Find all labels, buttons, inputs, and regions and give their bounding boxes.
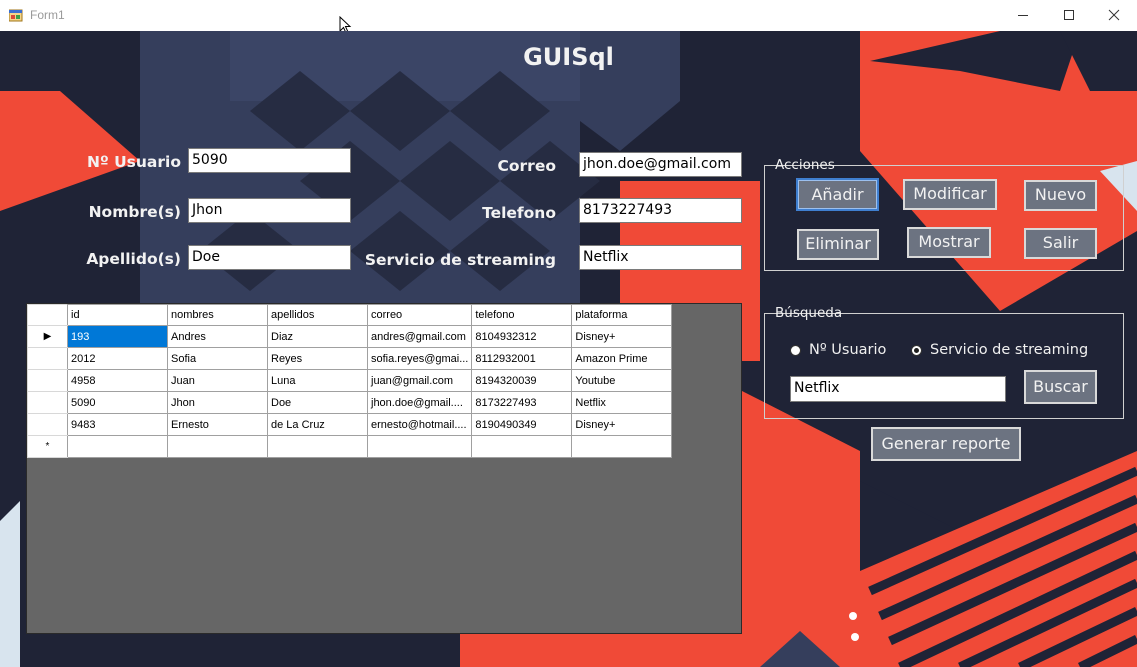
window-titlebar: Form1 — [0, 0, 1137, 32]
anadir-button[interactable]: Añadir — [796, 178, 879, 211]
table-cell[interactable] — [267, 435, 368, 458]
table-cell[interactable]: jhon.doe@gmail.... — [366, 391, 473, 414]
radio-servicio[interactable]: Servicio de streaming — [911, 342, 1088, 358]
table-cell[interactable] — [167, 435, 268, 458]
table-cell[interactable]: Doe — [267, 391, 368, 414]
nuevo-button[interactable]: Nuevo — [1024, 180, 1097, 211]
apellido-field[interactable]: Doe — [188, 245, 351, 270]
apellido-label: Apellido(s) — [86, 250, 181, 268]
grid-header-row: id nombres apellidos correo telefono pla… — [27, 304, 673, 326]
form-client-area: GUISql Nº Usuario 5090 Nombre(s) Jhon Ap… — [0, 31, 1137, 667]
table-cell[interactable]: Jhon — [167, 391, 268, 414]
correo-field[interactable]: jhon.doe@gmail.com — [579, 152, 742, 177]
window-title: Form1 — [30, 8, 65, 22]
radio-usuario[interactable]: Nº Usuario — [790, 342, 886, 358]
table-cell[interactable]: 8104932312 — [471, 325, 573, 348]
servicio-label: Servicio de streaming — [364, 251, 556, 269]
close-icon — [1108, 9, 1120, 21]
table-cell[interactable] — [366, 435, 473, 458]
table-cell[interactable]: 8173227493 — [471, 391, 573, 414]
servicio-field[interactable]: Netflix — [579, 245, 742, 270]
table-row[interactable]: ▶ 193 Andres Diaz andres@gmail.com 81049… — [27, 325, 673, 348]
nombre-label: Nombre(s) — [88, 203, 181, 221]
table-cell[interactable]: ernesto@hotmail.... — [366, 413, 473, 436]
table-cell[interactable]: 9483 — [67, 413, 168, 436]
table-cell[interactable] — [471, 435, 573, 458]
table-cell[interactable]: Luna — [267, 369, 368, 392]
telefono-field[interactable]: 8173227493 — [579, 198, 742, 223]
table-cell[interactable]: 5090 — [67, 391, 168, 414]
data-grid[interactable]: id nombres apellidos correo telefono pla… — [26, 303, 742, 634]
table-cell[interactable]: 4958 — [67, 369, 168, 392]
grid-corner-cell[interactable] — [27, 304, 68, 326]
usuario-label: Nº Usuario — [86, 153, 181, 171]
modificar-button[interactable]: Modificar — [903, 179, 997, 210]
radio-servicio-indicator[interactable] — [911, 344, 922, 356]
mostrar-button[interactable]: Mostrar — [907, 227, 991, 258]
table-cell[interactable]: sofia.reyes@gmai... — [366, 347, 473, 370]
generar-reporte-button[interactable]: Generar reporte — [871, 427, 1021, 461]
buscar-button[interactable]: Buscar — [1024, 370, 1097, 404]
close-button[interactable] — [1091, 0, 1137, 31]
usuario-field[interactable]: 5090 — [188, 148, 351, 173]
salir-button[interactable]: Salir — [1024, 228, 1097, 259]
table-cell[interactable]: Reyes — [267, 347, 368, 370]
new-row-indicator-icon[interactable]: * — [27, 435, 68, 458]
eliminar-button[interactable]: Eliminar — [797, 229, 879, 260]
radio-servicio-label: Servicio de streaming — [930, 342, 1089, 358]
telefono-label: Telefono — [482, 204, 556, 222]
table-cell[interactable]: 8190490349 — [471, 413, 573, 436]
maximize-icon — [1064, 10, 1074, 20]
table-cell[interactable]: 2012 — [67, 347, 168, 370]
app-title: GUISql — [523, 43, 614, 71]
table-cell[interactable]: Amazon Prime — [571, 347, 673, 370]
column-header-plataforma[interactable]: plataforma — [571, 304, 673, 326]
column-header-correo[interactable]: correo — [366, 304, 473, 326]
table-cell[interactable]: Disney+ — [571, 413, 673, 436]
table-cell[interactable]: Juan — [167, 369, 268, 392]
table-cell[interactable]: Disney+ — [571, 325, 673, 348]
correo-label: Correo — [497, 157, 556, 175]
table-cell[interactable]: Sofia — [167, 347, 268, 370]
acciones-legend: Acciones — [775, 157, 835, 173]
table-cell[interactable]: juan@gmail.com — [366, 369, 473, 392]
row-header[interactable] — [27, 413, 68, 436]
data-grid-table: id nombres apellidos correo telefono pla… — [27, 304, 673, 458]
row-header[interactable] — [27, 369, 68, 392]
search-input[interactable]: Netflix — [790, 376, 1006, 402]
column-header-id[interactable]: id — [67, 304, 168, 326]
new-table-row[interactable]: * — [27, 435, 673, 458]
form-app-icon[interactable] — [8, 8, 23, 22]
current-row-indicator-icon[interactable]: ▶ — [27, 325, 68, 348]
table-row[interactable]: 2012 Sofia Reyes sofia.reyes@gmai... 811… — [27, 347, 673, 370]
radio-usuario-indicator[interactable] — [790, 344, 801, 356]
table-cell[interactable]: 8112932001 — [471, 347, 573, 370]
table-row[interactable]: 5090 Jhon Doe jhon.doe@gmail.... 8173227… — [27, 391, 673, 414]
table-row[interactable]: 4958 Juan Luna juan@gmail.com 8194320039… — [27, 369, 673, 392]
table-cell[interactable]: Ernesto — [167, 413, 268, 436]
table-cell[interactable]: Youtube — [571, 369, 673, 392]
row-header[interactable] — [27, 347, 68, 370]
minimize-button[interactable] — [1000, 0, 1046, 31]
column-header-nombres[interactable]: nombres — [167, 304, 268, 326]
table-cell[interactable]: 8194320039 — [471, 369, 573, 392]
minimize-icon — [1018, 15, 1028, 16]
nombre-field[interactable]: Jhon — [188, 198, 351, 223]
row-header[interactable] — [27, 391, 68, 414]
table-cell[interactable] — [571, 435, 673, 458]
maximize-button[interactable] — [1046, 0, 1092, 31]
busqueda-legend: Búsqueda — [775, 305, 843, 321]
table-cell[interactable]: de La Cruz — [267, 413, 368, 436]
radio-usuario-label: Nº Usuario — [809, 342, 887, 358]
table-cell[interactable]: Andres — [167, 325, 268, 348]
column-header-telefono[interactable]: telefono — [471, 304, 573, 326]
table-cell[interactable]: Diaz — [267, 325, 368, 348]
table-cell[interactable]: 193 — [67, 325, 168, 348]
table-cell[interactable]: Netflix — [571, 391, 673, 414]
table-cell[interactable]: andres@gmail.com — [366, 325, 473, 348]
table-cell[interactable] — [67, 435, 168, 458]
column-header-apellidos[interactable]: apellidos — [267, 304, 368, 326]
table-row[interactable]: 9483 Ernesto de La Cruz ernesto@hotmail.… — [27, 413, 673, 436]
